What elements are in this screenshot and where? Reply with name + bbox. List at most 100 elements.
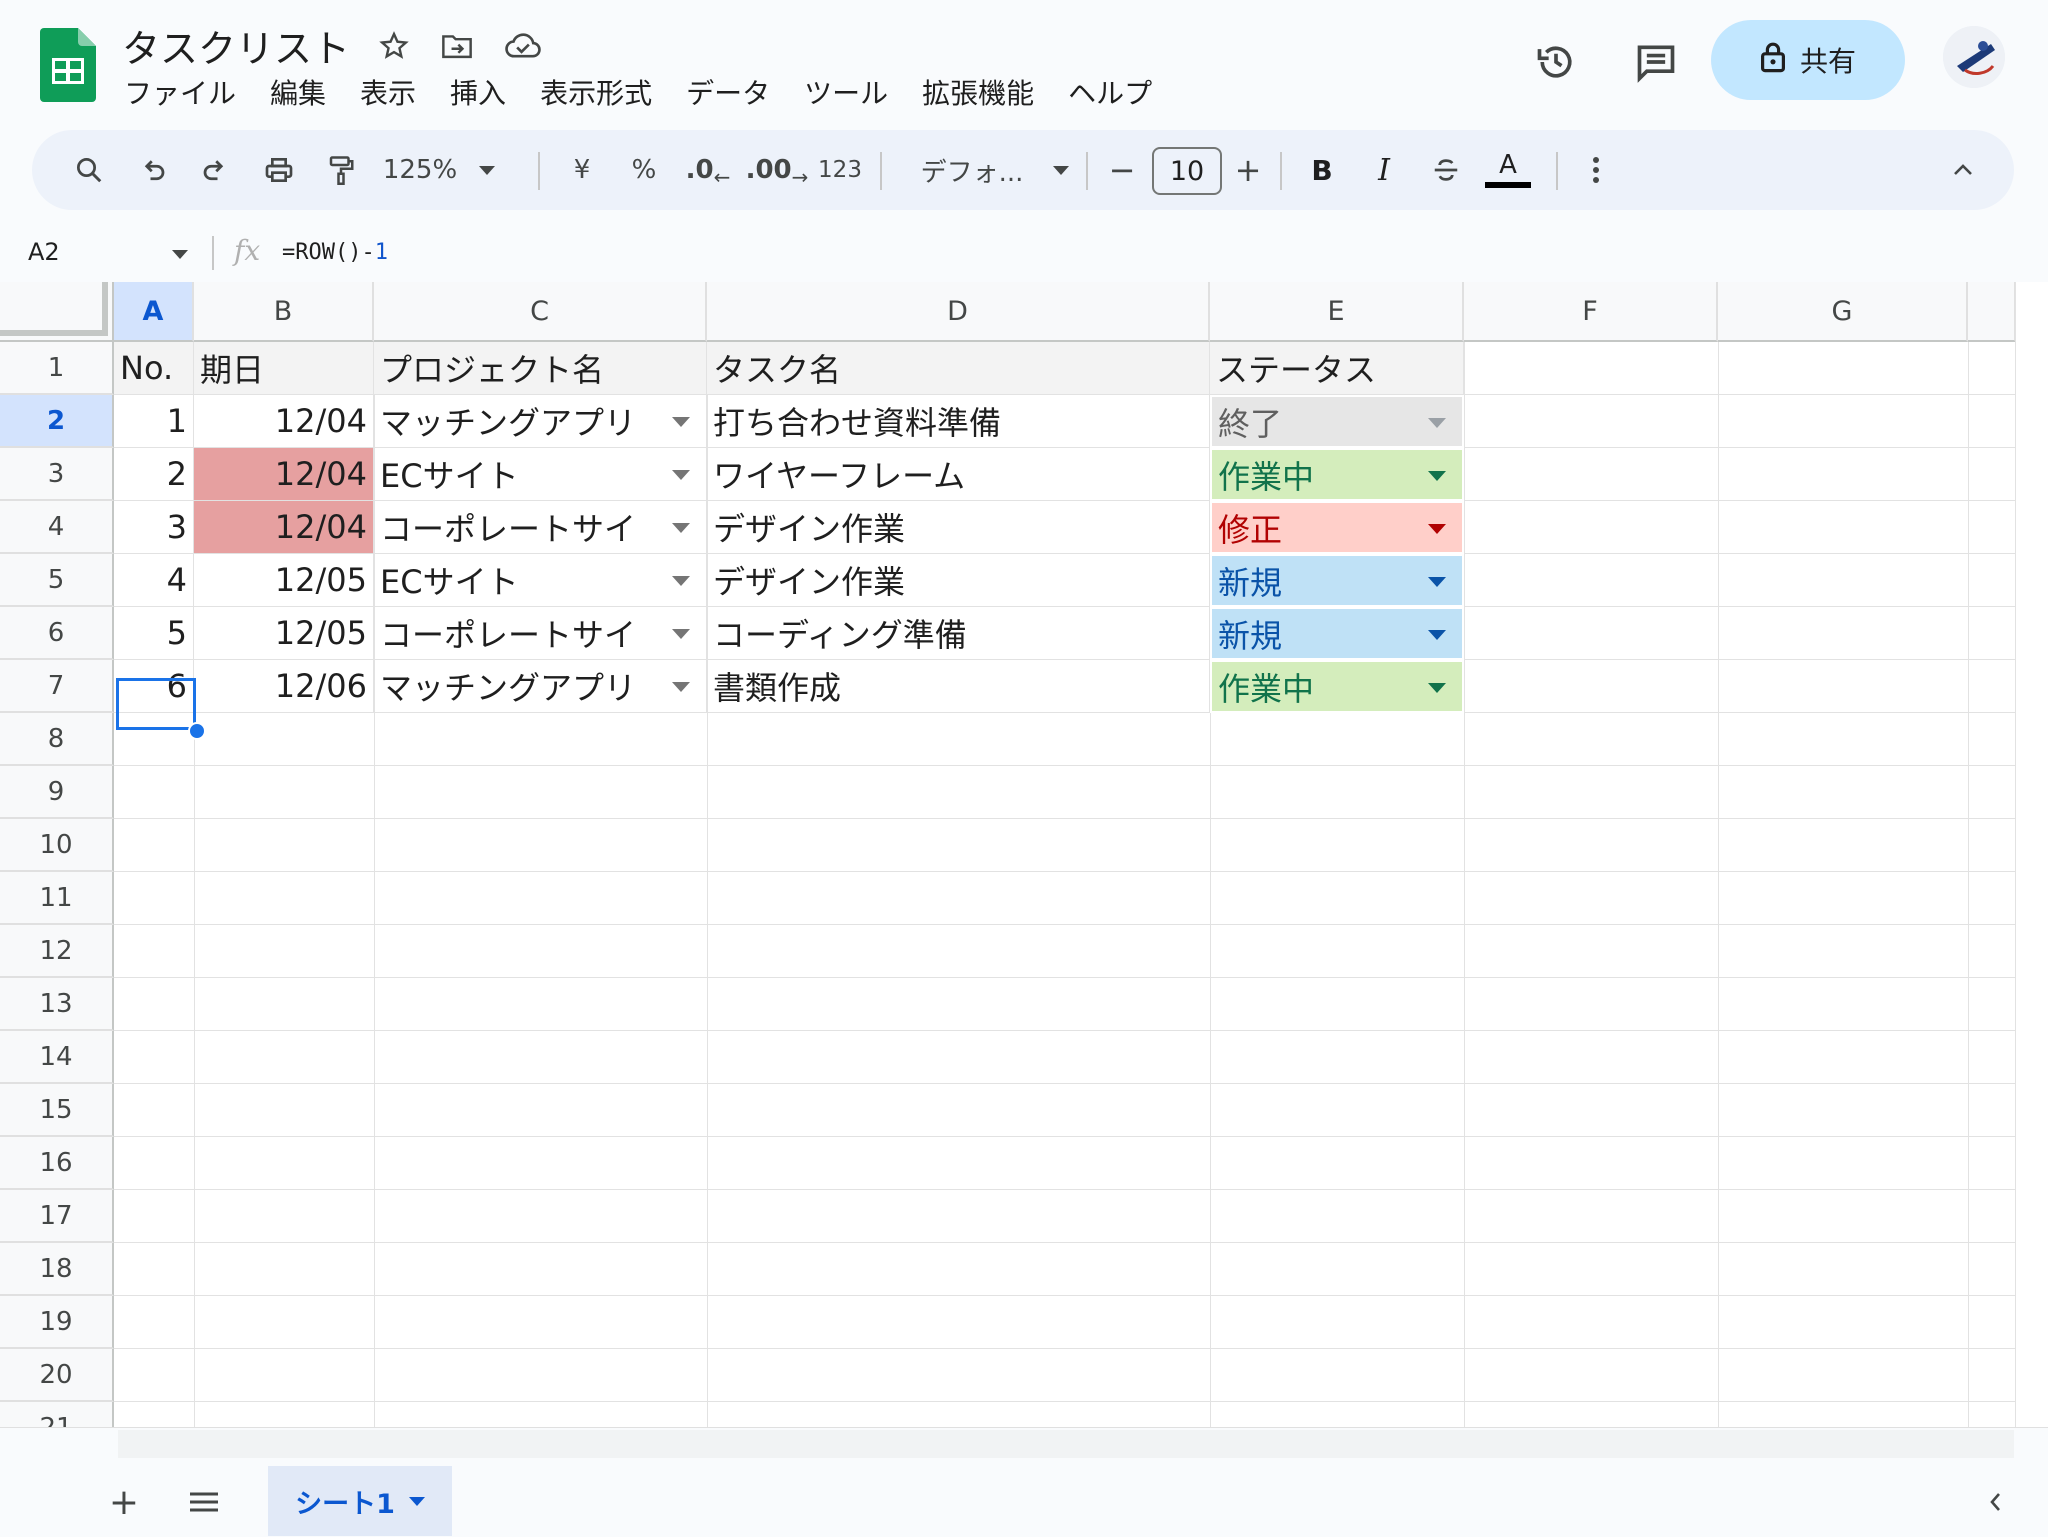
chevron-down-icon[interactable]	[172, 250, 188, 259]
dropdown-arrow-icon[interactable]	[1428, 576, 1446, 587]
cell-header-project[interactable]: プロジェクト名	[374, 342, 707, 395]
select-all-corner[interactable]	[0, 282, 114, 342]
cell-status-chip[interactable]: 終了	[1210, 395, 1464, 448]
cell-header-task[interactable]: タスク名	[707, 342, 1210, 395]
italic-button[interactable]: I	[1362, 130, 1406, 210]
column-header-e[interactable]: E	[1210, 282, 1464, 342]
cloud-saved-icon[interactable]	[500, 26, 546, 66]
row-header-10[interactable]: 10	[0, 819, 114, 872]
dropdown-arrow-icon[interactable]	[672, 629, 690, 639]
cell-task[interactable]: コーディング準備	[707, 607, 1210, 660]
format-currency-button[interactable]: ¥	[560, 130, 604, 210]
column-header-f[interactable]: F	[1464, 282, 1718, 342]
cell-no[interactable]: 3	[114, 501, 194, 554]
menu-tools[interactable]: ツール	[804, 72, 888, 112]
cell-header-no[interactable]: No.	[114, 342, 194, 395]
paint-format-icon[interactable]	[316, 130, 366, 210]
row-header-18[interactable]: 18	[0, 1243, 114, 1296]
cell-task[interactable]: デザイン作業	[707, 501, 1210, 554]
text-color-button[interactable]: A	[1482, 130, 1534, 210]
cell-project-dropdown[interactable]: コーポレートサイ	[374, 501, 707, 554]
cell-status-chip[interactable]: 新規	[1210, 554, 1464, 607]
sheet-tab-1[interactable]: シート1	[268, 1466, 452, 1536]
spreadsheet-grid[interactable]: A B C D E F G 1 2 3 4 5 6 7 8 9 10 11 12 13 14 15 16 17 1…	[0, 282, 2048, 1427]
row-header-14[interactable]: 14	[0, 1031, 114, 1084]
dropdown-arrow-icon[interactable]	[672, 682, 690, 692]
cell-project-dropdown[interactable]: マッチングアプリ	[374, 660, 707, 713]
name-box[interactable]: A2	[28, 238, 60, 266]
sheets-logo-icon[interactable]	[40, 28, 96, 102]
row-header-4[interactable]: 4	[0, 501, 114, 554]
menu-insert[interactable]: 挿入	[450, 72, 506, 112]
cell-date[interactable]: 12/04	[194, 448, 374, 501]
comments-icon[interactable]	[1630, 36, 1682, 88]
dropdown-arrow-icon[interactable]	[1428, 523, 1446, 534]
cell-date[interactable]: 12/06	[194, 660, 374, 713]
cell-project-dropdown[interactable]: コーポレートサイ	[374, 607, 707, 660]
cell-no[interactable]: 1	[114, 395, 194, 448]
row-header-12[interactable]: 12	[0, 925, 114, 978]
cell-date[interactable]: 12/04	[194, 501, 374, 554]
menu-view[interactable]: 表示	[360, 72, 416, 112]
share-button[interactable]: 共有	[1711, 20, 1905, 100]
menu-file[interactable]: ファイル	[124, 72, 236, 112]
redo-icon[interactable]	[190, 130, 240, 210]
undo-icon[interactable]	[128, 130, 178, 210]
chevron-down-icon[interactable]	[408, 1496, 425, 1506]
menu-help[interactable]: ヘルプ	[1068, 72, 1152, 112]
more-options-icon[interactable]	[1578, 130, 1614, 210]
collapse-menus-icon[interactable]	[1938, 130, 1988, 210]
document-title[interactable]: タスクリスト	[122, 18, 350, 73]
row-header-11[interactable]: 11	[0, 872, 114, 925]
zoom-select[interactable]: 125%	[383, 130, 496, 210]
column-header-g[interactable]: G	[1718, 282, 1968, 342]
cell-task[interactable]: デザイン作業	[707, 554, 1210, 607]
horizontal-scrollbar[interactable]	[118, 1430, 2014, 1458]
cell-status-chip[interactable]: 作業中	[1210, 448, 1464, 501]
row-header-15[interactable]: 15	[0, 1084, 114, 1137]
menu-format[interactable]: 表示形式	[540, 72, 652, 112]
cell-status-chip[interactable]: 作業中	[1210, 660, 1464, 713]
row-header-13[interactable]: 13	[0, 978, 114, 1031]
cell-date[interactable]: 12/04	[194, 395, 374, 448]
cell-task[interactable]: 打ち合わせ資料準備	[707, 395, 1210, 448]
cell-date[interactable]: 12/05	[194, 607, 374, 660]
print-icon[interactable]	[254, 130, 304, 210]
account-avatar[interactable]	[1943, 26, 2005, 88]
increase-decimal-button[interactable]: .00 →	[744, 130, 810, 210]
row-header-19[interactable]: 19	[0, 1296, 114, 1349]
dropdown-arrow-icon[interactable]	[672, 523, 690, 533]
move-folder-icon[interactable]	[436, 26, 478, 66]
cell-date[interactable]: 12/05	[194, 554, 374, 607]
cell-no[interactable]: 4	[114, 554, 194, 607]
cell-no[interactable]: 5	[114, 607, 194, 660]
font-select[interactable]: デフォ...	[900, 130, 1090, 210]
menu-extensions[interactable]: 拡張機能	[922, 72, 1034, 112]
cell-status-chip[interactable]: 修正	[1210, 501, 1464, 554]
cell-no[interactable]: 2	[114, 448, 194, 501]
column-header-a[interactable]: A	[114, 282, 194, 342]
cell-header-status[interactable]: ステータス	[1210, 342, 1464, 395]
decrease-decimal-button[interactable]: .0 ←	[680, 130, 736, 210]
version-history-icon[interactable]	[1530, 36, 1582, 88]
bold-button[interactable]: B	[1300, 130, 1344, 210]
cell-task[interactable]: 書類作成	[707, 660, 1210, 713]
cell-project-dropdown[interactable]: ECサイト	[374, 554, 707, 607]
star-icon[interactable]	[374, 26, 414, 66]
row-header-1[interactable]: 1	[0, 342, 114, 395]
dropdown-arrow-icon[interactable]	[1428, 470, 1446, 481]
search-menus-icon[interactable]	[62, 130, 116, 210]
decrease-font-size-button[interactable]: −	[1102, 130, 1142, 210]
row-header-20[interactable]: 20	[0, 1349, 114, 1402]
all-sheets-icon[interactable]	[186, 1482, 222, 1522]
column-header-c[interactable]: C	[374, 282, 707, 342]
fill-handle[interactable]	[188, 722, 206, 740]
cell-header-date[interactable]: 期日	[194, 342, 374, 395]
formula-input[interactable]: =ROW()-1	[282, 240, 388, 265]
dropdown-arrow-icon[interactable]	[672, 576, 690, 586]
menu-edit[interactable]: 編集	[270, 72, 326, 112]
add-sheet-button[interactable]: +	[104, 1480, 144, 1524]
menu-data[interactable]: データ	[686, 72, 770, 112]
dropdown-arrow-icon[interactable]	[1428, 629, 1446, 640]
cell-project-dropdown[interactable]: マッチングアプリ	[374, 395, 707, 448]
